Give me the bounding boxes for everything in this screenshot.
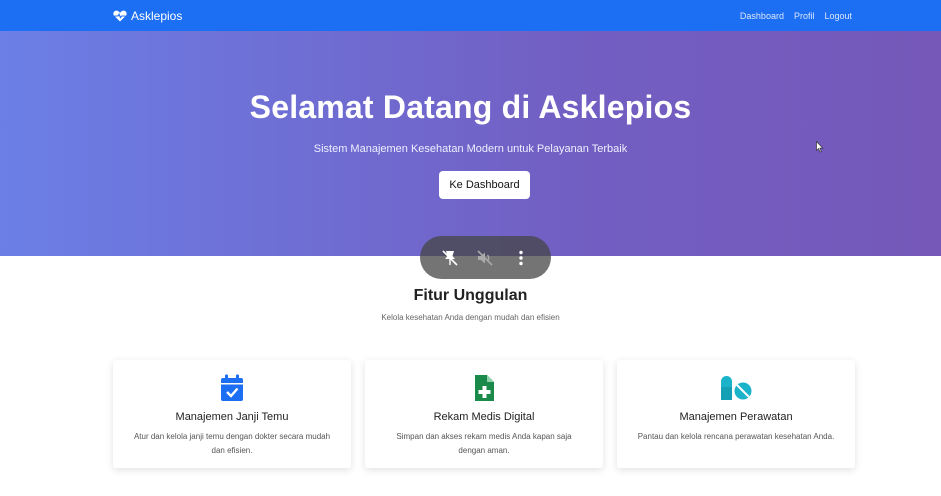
feature-description: Atur dan kelola janji temu dengan dokter… (133, 432, 331, 455)
hero-subtitle: Sistem Manajemen Kesehatan Modern untuk … (313, 143, 628, 155)
nav-link-dashboard[interactable]: Dashboard (740, 11, 784, 21)
feature-description: Simpan dan akses rekam medis Anda kapan … (396, 432, 572, 455)
feature-title: Manajemen Janji Temu (175, 411, 289, 423)
feature-card-appointments: Manajemen Janji Temu Atur dan kelola jan… (113, 360, 351, 468)
nav-links: Dashboard Profil Logout (740, 0, 852, 31)
dashboard-button[interactable]: Ke Dashboard (439, 171, 530, 199)
mouse-cursor-icon (816, 141, 824, 153)
feature-card-treatment: Manajemen Perawatan Pantau dan kelola re… (617, 360, 855, 468)
nav-link-profil[interactable]: Profil (794, 11, 815, 21)
pin-off-icon[interactable] (441, 249, 459, 267)
heart-pulse-icon (113, 10, 127, 21)
nav-link-logout[interactable]: Logout (824, 11, 852, 21)
sound-off-icon[interactable] (476, 249, 494, 267)
features-subtitle: Kelola kesehatan Anda dengan mudah dan e… (381, 313, 560, 322)
feature-card-records: Rekam Medis Digital Simpan dan akses rek… (365, 360, 603, 468)
feature-title: Rekam Medis Digital (433, 411, 535, 423)
hero-section: Selamat Datang di Asklepios Sistem Manaj… (0, 31, 941, 256)
file-medical-icon (475, 375, 494, 401)
navbar: Asklepios Dashboard Profil Logout (0, 0, 941, 31)
pills-icon (721, 376, 752, 400)
more-vertical-icon[interactable] (512, 249, 530, 267)
media-control-bar (420, 236, 551, 279)
calendar-check-icon (221, 374, 243, 401)
hero-title: Selamat Datang di Asklepios (249, 89, 692, 125)
feature-title: Manajemen Perawatan (679, 411, 793, 423)
features-title: Fitur Unggulan (413, 287, 528, 304)
brand-name: Asklepios (131, 8, 183, 23)
brand-link[interactable]: Asklepios (113, 0, 182, 31)
feature-description: Pantau dan kelola rencana perawatan kese… (637, 432, 835, 441)
